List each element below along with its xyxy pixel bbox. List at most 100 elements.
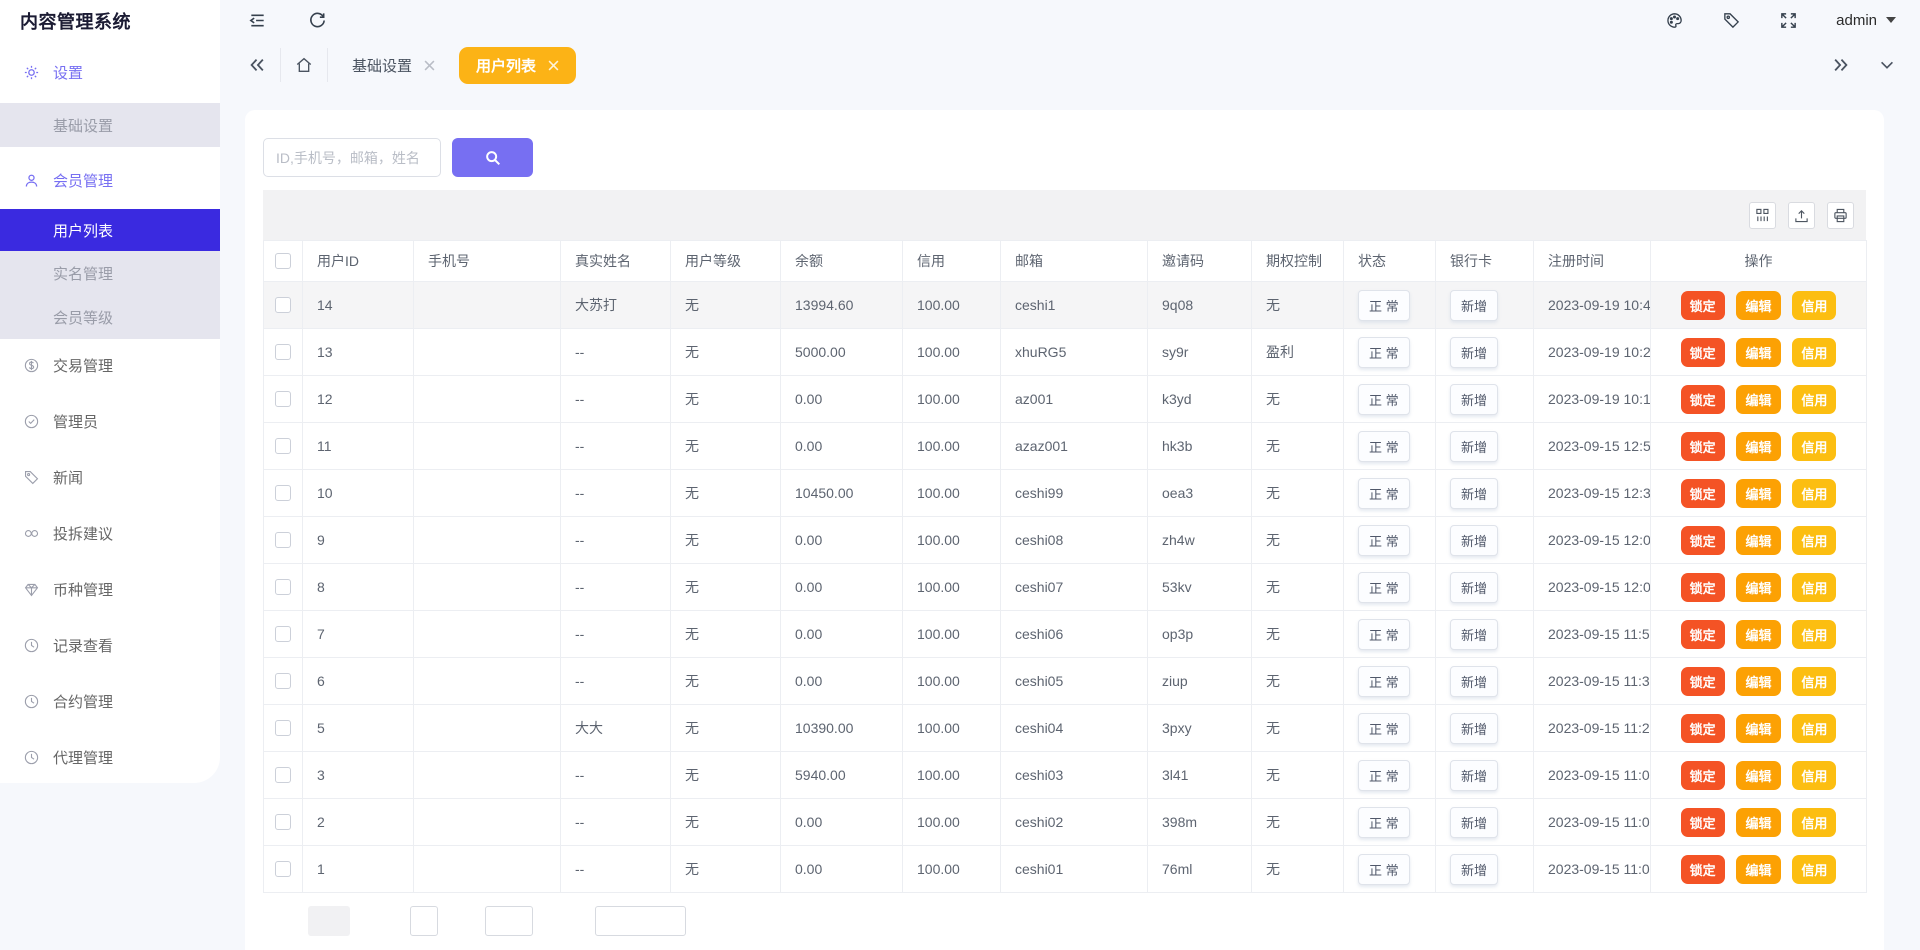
status-badge[interactable]: 正 常 — [1358, 665, 1410, 697]
bankcard-badge[interactable]: 新增 — [1450, 618, 1499, 650]
credit-button[interactable]: 信用 — [1792, 290, 1837, 320]
bankcard-badge[interactable]: 新增 — [1450, 383, 1499, 415]
row-checkbox[interactable] — [275, 391, 291, 407]
edit-button[interactable]: 编辑 — [1736, 619, 1781, 649]
sidebar-item-user-list[interactable]: 用户列表 — [0, 209, 220, 251]
user-menu[interactable]: admin — [1836, 12, 1896, 29]
credit-button[interactable]: 信用 — [1792, 431, 1837, 461]
credit-button[interactable]: 信用 — [1792, 384, 1837, 414]
bankcard-badge[interactable]: 新增 — [1450, 477, 1499, 509]
double-chevron-left-icon[interactable] — [248, 56, 266, 74]
fullscreen-icon[interactable] — [1779, 11, 1798, 30]
row-checkbox[interactable] — [275, 297, 291, 313]
credit-button[interactable]: 信用 — [1792, 572, 1837, 602]
export-icon[interactable] — [1788, 201, 1815, 229]
status-badge[interactable]: 正 常 — [1358, 853, 1410, 885]
credit-button[interactable]: 信用 — [1792, 854, 1837, 884]
credit-button[interactable]: 信用 — [1792, 807, 1837, 837]
bankcard-badge[interactable]: 新增 — [1450, 524, 1499, 556]
refresh-icon[interactable] — [308, 11, 327, 30]
lock-button[interactable]: 锁定 — [1680, 666, 1725, 696]
edit-button[interactable]: 编辑 — [1736, 337, 1781, 367]
chevron-down-icon[interactable] — [1878, 56, 1896, 74]
tab-user-list[interactable]: 用户列表 — [459, 46, 577, 84]
lock-button[interactable]: 锁定 — [1680, 431, 1725, 461]
credit-button[interactable]: 信用 — [1792, 525, 1837, 555]
lock-button[interactable]: 锁定 — [1680, 760, 1725, 790]
row-checkbox[interactable] — [275, 861, 291, 877]
credit-button[interactable]: 信用 — [1792, 666, 1837, 696]
status-badge[interactable]: 正 常 — [1358, 336, 1410, 368]
bankcard-badge[interactable]: 新增 — [1450, 665, 1499, 697]
menu-fold-icon[interactable] — [248, 11, 267, 30]
sidebar-item-basic-settings[interactable]: 基础设置 — [0, 103, 220, 147]
tag-icon[interactable] — [1722, 11, 1741, 30]
row-checkbox[interactable] — [275, 344, 291, 360]
close-icon[interactable] — [424, 60, 435, 71]
bankcard-badge[interactable]: 新增 — [1450, 430, 1499, 462]
sidebar-item-records[interactable]: 记录查看 — [0, 623, 220, 667]
status-badge[interactable]: 正 常 — [1358, 618, 1410, 650]
row-checkbox[interactable] — [275, 626, 291, 642]
edit-button[interactable]: 编辑 — [1736, 431, 1781, 461]
sidebar-item-coins[interactable]: 币种管理 — [0, 567, 220, 611]
pagination-page-size[interactable] — [595, 906, 686, 936]
row-checkbox[interactable] — [275, 814, 291, 830]
pagination-item[interactable] — [410, 906, 438, 936]
row-checkbox[interactable] — [275, 532, 291, 548]
pagination-item[interactable] — [485, 906, 533, 936]
bankcard-badge[interactable]: 新增 — [1450, 571, 1499, 603]
edit-button[interactable]: 编辑 — [1736, 666, 1781, 696]
status-badge[interactable]: 正 常 — [1358, 712, 1410, 744]
lock-button[interactable]: 锁定 — [1680, 572, 1725, 602]
sidebar-item-members[interactable]: 会员管理 — [0, 160, 220, 200]
lock-button[interactable]: 锁定 — [1680, 384, 1725, 414]
select-all-checkbox[interactable] — [275, 253, 291, 269]
bankcard-badge[interactable]: 新增 — [1450, 853, 1499, 885]
columns-icon[interactable] — [1749, 201, 1776, 229]
credit-button[interactable]: 信用 — [1792, 619, 1837, 649]
edit-button[interactable]: 编辑 — [1736, 525, 1781, 555]
row-checkbox[interactable] — [275, 438, 291, 454]
edit-button[interactable]: 编辑 — [1736, 854, 1781, 884]
pagination-item[interactable] — [308, 906, 350, 936]
credit-button[interactable]: 信用 — [1792, 337, 1837, 367]
double-chevron-right-icon[interactable] — [1832, 56, 1850, 74]
lock-button[interactable]: 锁定 — [1680, 807, 1725, 837]
status-badge[interactable]: 正 常 — [1358, 383, 1410, 415]
status-badge[interactable]: 正 常 — [1358, 477, 1410, 509]
credit-button[interactable]: 信用 — [1792, 760, 1837, 790]
edit-button[interactable]: 编辑 — [1736, 760, 1781, 790]
edit-button[interactable]: 编辑 — [1736, 807, 1781, 837]
sidebar-item-settings[interactable]: 设置 — [0, 52, 220, 92]
bankcard-badge[interactable]: 新增 — [1450, 759, 1499, 791]
status-badge[interactable]: 正 常 — [1358, 524, 1410, 556]
edit-button[interactable]: 编辑 — [1736, 713, 1781, 743]
edit-button[interactable]: 编辑 — [1736, 572, 1781, 602]
sidebar-item-feedback[interactable]: 投拆建议 — [0, 511, 220, 555]
status-badge[interactable]: 正 常 — [1358, 289, 1410, 321]
status-badge[interactable]: 正 常 — [1358, 430, 1410, 462]
lock-button[interactable]: 锁定 — [1680, 337, 1725, 367]
bankcard-badge[interactable]: 新增 — [1450, 806, 1499, 838]
lock-button[interactable]: 锁定 — [1680, 619, 1725, 649]
lock-button[interactable]: 锁定 — [1680, 290, 1725, 320]
row-checkbox[interactable] — [275, 485, 291, 501]
sidebar-item-agents[interactable]: 代理管理 — [0, 735, 220, 779]
bankcard-badge[interactable]: 新增 — [1450, 289, 1499, 321]
search-button[interactable] — [452, 138, 533, 177]
print-icon[interactable] — [1827, 201, 1854, 229]
sidebar-item-admins[interactable]: 管理员 — [0, 399, 220, 443]
status-badge[interactable]: 正 常 — [1358, 571, 1410, 603]
search-input[interactable] — [263, 138, 441, 177]
row-checkbox[interactable] — [275, 767, 291, 783]
lock-button[interactable]: 锁定 — [1680, 854, 1725, 884]
edit-button[interactable]: 编辑 — [1736, 478, 1781, 508]
status-badge[interactable]: 正 常 — [1358, 806, 1410, 838]
sidebar-item-member-level[interactable]: 会员等级 — [0, 295, 220, 339]
bankcard-badge[interactable]: 新增 — [1450, 336, 1499, 368]
edit-button[interactable]: 编辑 — [1736, 290, 1781, 320]
bankcard-badge[interactable]: 新增 — [1450, 712, 1499, 744]
close-icon[interactable] — [548, 60, 559, 71]
sidebar-item-realname[interactable]: 实名管理 — [0, 251, 220, 295]
